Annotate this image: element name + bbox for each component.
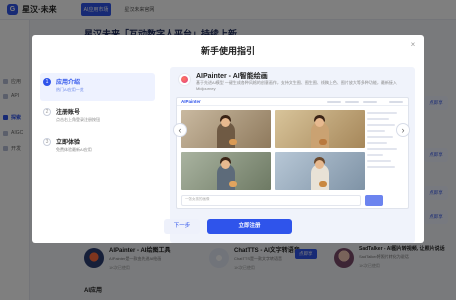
step-item-register[interactable]: 2 注册账号 点击右上角登录注册按钮 [40,103,155,131]
prompt-input: 一张女孩的画像 [181,195,361,206]
step-list: 1 应用介绍 热门AI应用一览 2 注册账号 点击右上角登录注册按钮 3 立即体… [32,69,160,217]
generated-image [181,152,271,190]
preview-app-desc: 基于先进AI模型 一键生成各种风格的创意画作，支持文生图、图生图、线稿上色、图片… [196,80,397,91]
generated-image [275,110,365,148]
step-desc: 热门AI应用一览 [56,87,84,92]
register-button[interactable]: 立即注册 [207,219,292,234]
step-title: 应用介绍 [56,80,81,86]
step-title: 立即体验 [56,140,81,146]
step-desc: 免费体验最新AI应用 [56,147,92,152]
generated-image [181,110,271,148]
chevron-right-icon[interactable]: › [396,123,410,137]
step-number: 3 [43,138,51,146]
step-item-try[interactable]: 3 立即体验 免费体验最新AI应用 [40,133,155,161]
step-title: 注册账号 [56,110,81,116]
close-icon[interactable]: × [408,40,418,50]
modal-title: 新手使用指引 [200,46,255,56]
step-number: 2 [43,108,51,116]
step-desc: 点击右上角登录注册按钮 [56,117,100,122]
app-screenshot: AIPainter 一张女孩的画像 [176,97,409,209]
aipainter-logo-icon [178,73,191,86]
generated-image [275,152,365,190]
generate-button [365,195,383,206]
mock-brand: AIPainter [181,99,201,104]
step-number: 1 [43,78,51,86]
onboarding-modal: 新手使用指引 × 1 应用介绍 热门AI应用一览 2 注册账号 点击右上角登录注… [32,35,424,243]
step-item-intro[interactable]: 1 应用介绍 热门AI应用一览 [40,73,155,101]
chevron-left-icon[interactable]: ‹ [173,123,187,137]
app-preview-panel: AIPainter - AI智能绘画 基于先进AI模型 一键生成各种风格的创意画… [170,67,415,243]
next-step-button[interactable]: 下一步 [164,219,200,234]
